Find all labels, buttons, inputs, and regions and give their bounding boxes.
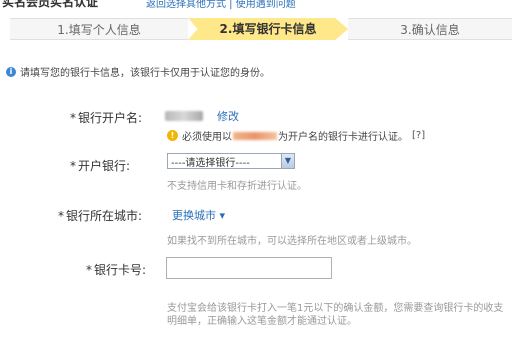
account-name-warning: ! 必须使用以 为开户名的银行卡进行认证。 [?] [167, 128, 425, 143]
step-personal-info: 1.填写个人信息 [10, 18, 188, 40]
required-star: * [70, 159, 76, 173]
required-star: * [58, 209, 64, 223]
city-label: * 银行所在城市: [58, 209, 143, 223]
account-name-value-blurred [165, 111, 203, 121]
info-notice: i 请填写您的银行卡信息，该银行卡仅用于认证您的身份。 [6, 64, 270, 79]
page-title: 实名会员实名认证 [2, 0, 99, 9]
blurred-name-inline [233, 131, 277, 140]
modify-name-link[interactable]: 修改 [217, 108, 239, 124]
info-icon: i [6, 66, 16, 77]
step-bank-card-info: 2.填写银行卡信息 [188, 18, 348, 40]
step-confirm-info: 3.确认信息 [348, 18, 512, 40]
header-links[interactable]: 返回选择其他方式 | 使用遇到问题 [146, 0, 296, 10]
card-number-input[interactable] [166, 257, 332, 279]
required-star: * [86, 263, 92, 277]
bank-hint: 不支持信用卡和存折进行认证。 [167, 181, 307, 192]
chevron-down-icon[interactable]: ▼ [281, 154, 294, 168]
notice-text: 请填写您的银行卡信息，该银行卡仅用于认证您的身份。 [20, 68, 270, 79]
bank-label: * 开户银行: [70, 159, 131, 173]
required-star: * [70, 111, 76, 125]
dropdown-caret-icon: ▾ [219, 209, 226, 222]
city-hint: 如果找不到所在城市，可以选择所在地区或者上级城市。 [167, 236, 417, 247]
warning-icon: ! [167, 130, 178, 141]
bank-select-value: ----请选择银行---- [171, 157, 250, 169]
card-number-label: * 银行卡号: [86, 263, 147, 277]
account-name-label: * 银行开户名: [70, 111, 143, 125]
bank-select[interactable]: ----请选择银行---- ▼ [167, 153, 295, 169]
card-number-hint: 支付宝会给该银行卡打入一笔1元以下的确认金额，您需要查询银行卡的收支明细单，正确… [167, 303, 504, 327]
page-header: 实名会员实名认证 返回选择其他方式 | 使用遇到问题 [0, 0, 512, 10]
change-city-link[interactable]: 更换城市 ▾ [172, 207, 225, 223]
help-link[interactable]: [?] [412, 130, 425, 141]
progress-steps: 1.填写个人信息 2.填写银行卡信息 3.确认信息 [10, 18, 512, 40]
